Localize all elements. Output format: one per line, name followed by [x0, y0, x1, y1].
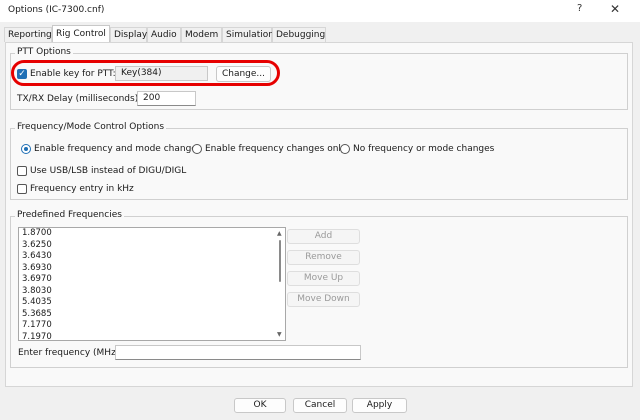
list-item[interactable]: 7.1770 [19, 320, 285, 332]
list-item[interactable]: 5.3685 [19, 309, 285, 321]
scroll-down-icon[interactable]: ▼ [277, 331, 282, 338]
khz-entry-label: Frequency entry in kHz [30, 184, 134, 194]
list-item[interactable]: 1.8700 [19, 228, 285, 240]
list-item[interactable]: 5.4035 [19, 297, 285, 309]
usb-lsb-checkbox[interactable] [17, 166, 27, 176]
tab-display[interactable]: Display [110, 27, 147, 42]
txrx-delay-input[interactable]: 200 [137, 91, 196, 106]
radio-no-changes[interactable] [340, 144, 350, 154]
usb-lsb-label: Use USB/LSB instead of DIGU/DIGL [30, 166, 187, 176]
tab-debugging[interactable]: Debugging [272, 27, 326, 42]
tab-modem[interactable]: Modem [181, 27, 222, 42]
add-button[interactable]: Add [287, 229, 360, 244]
ptt-highlight-ring [11, 60, 280, 86]
window-title: Options (IC-7300.cnf) [8, 5, 105, 15]
predefined-frequencies-legend: Predefined Frequencies [15, 210, 124, 220]
list-scrollbar[interactable]: ▲ ▼ [276, 229, 284, 339]
tab-audio[interactable]: Audio [147, 27, 181, 42]
list-item[interactable]: 3.6970 [19, 274, 285, 286]
radio-freq-and-mode[interactable] [21, 144, 31, 154]
scroll-up-icon[interactable]: ▲ [277, 230, 282, 237]
ptt-options-legend: PTT Options [15, 47, 73, 57]
rig-control-panel: PTT Options ✓ Enable key for PTT: Key(38… [5, 42, 633, 387]
list-item[interactable]: 3.6430 [19, 251, 285, 263]
move-down-button[interactable]: Move Down [287, 292, 360, 307]
scroll-thumb[interactable] [279, 240, 281, 282]
enter-frequency-input[interactable] [115, 345, 361, 360]
dialog-footer: OK Cancel Apply [0, 395, 640, 420]
txrx-delay-label: TX/RX Delay (milliseconds): [17, 94, 142, 104]
cancel-button[interactable]: Cancel [293, 398, 347, 413]
tab-simulation[interactable]: Simulation [222, 27, 274, 42]
title-bar: Options (IC-7300.cnf) ? ✕ [0, 0, 640, 22]
apply-button[interactable]: Apply [352, 398, 407, 413]
enter-frequency-label: Enter frequency (MHz): [18, 348, 123, 358]
frequency-list[interactable]: 1.8700 3.6250 3.6430 3.6930 3.6970 3.803… [18, 227, 286, 341]
remove-button[interactable]: Remove [287, 250, 360, 265]
radio-no-changes-label: No frequency or mode changes [353, 144, 495, 154]
list-item[interactable]: 3.8030 [19, 286, 285, 298]
list-item[interactable]: 3.6930 [19, 263, 285, 275]
radio-freq-and-mode-label: Enable frequency and mode changes [34, 144, 202, 154]
freq-mode-legend: Frequency/Mode Control Options [15, 122, 167, 132]
options-dialog: Options (IC-7300.cnf) ? ✕ Reporting Rig … [0, 0, 640, 420]
help-icon[interactable]: ? [577, 3, 582, 14]
khz-entry-checkbox[interactable] [17, 184, 27, 194]
radio-freq-only[interactable] [192, 144, 202, 154]
list-item[interactable]: 3.6250 [19, 240, 285, 252]
radio-freq-only-label: Enable frequency changes only [205, 144, 347, 154]
ok-button[interactable]: OK [234, 398, 286, 413]
tab-rig-control[interactable]: Rig Control [52, 25, 110, 42]
close-icon[interactable]: ✕ [610, 2, 620, 16]
tab-reporting[interactable]: Reporting [4, 27, 52, 42]
move-up-button[interactable]: Move Up [287, 271, 360, 286]
list-item[interactable]: 7.1970 [19, 332, 285, 341]
